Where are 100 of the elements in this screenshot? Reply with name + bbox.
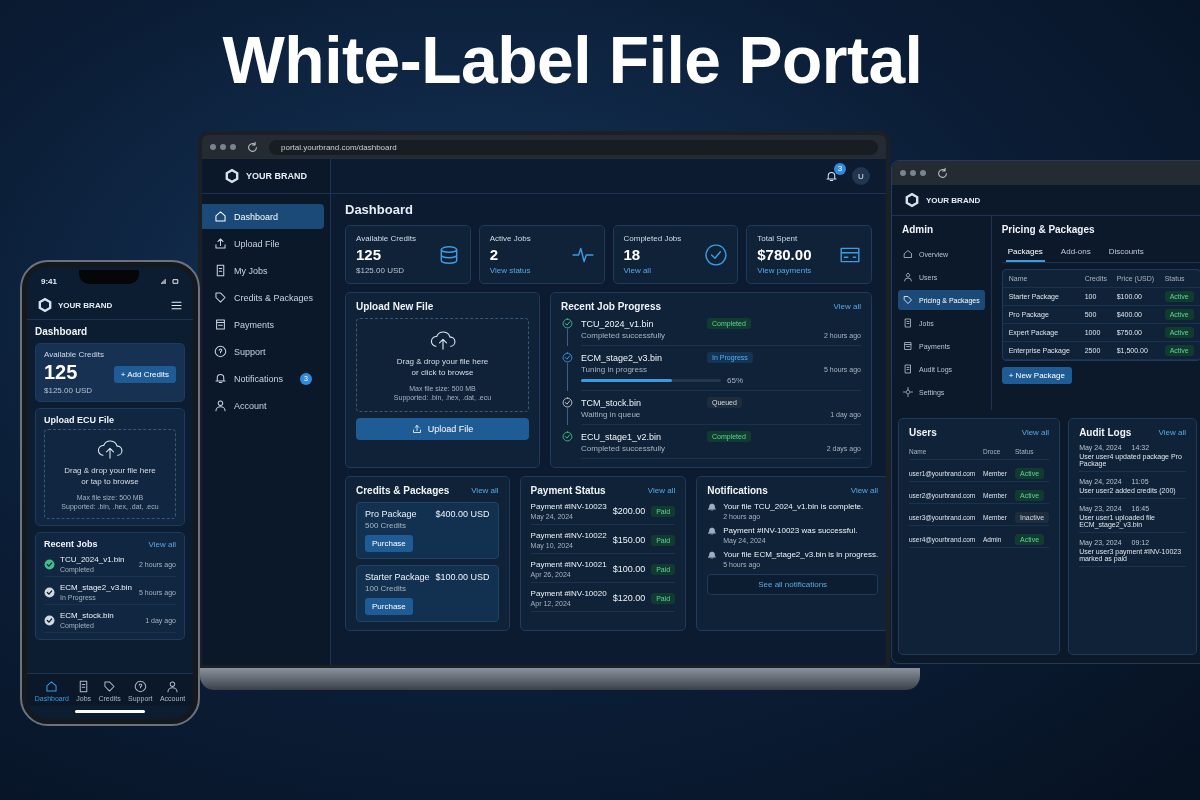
new-package-button[interactable]: + New Package — [1001, 367, 1072, 384]
page-title: Dashboard — [35, 326, 89, 337]
notification-text: Your file TCU_2024_v1.bin is complete. — [723, 502, 864, 511]
brand-name: YOUR BRAND — [246, 171, 307, 181]
window-controls-icon[interactable] — [900, 170, 926, 176]
tab[interactable]: Discounts — [1106, 243, 1146, 262]
payment-id: Payment #INV-10022 — [530, 531, 607, 540]
payment-id: Payment #INV-10023 — [530, 502, 607, 511]
tab[interactable]: Packages — [1005, 243, 1045, 262]
stat-subtext: $125.00 USD — [356, 266, 406, 275]
view-all-link[interactable]: View all — [148, 539, 176, 549]
card-title: Users — [909, 427, 937, 438]
page-title: Dashboard — [345, 202, 414, 217]
payment-amount: $200.00 — [612, 506, 646, 516]
window-controls-icon[interactable] — [210, 144, 236, 150]
stat-link[interactable]: View payments — [757, 266, 839, 275]
package-price: $400.00 USD — [435, 509, 490, 519]
view-all-link[interactable]: View all — [850, 486, 879, 495]
drop-instructions: or click to browse — [411, 368, 474, 377]
phone-notch — [79, 270, 139, 284]
upload-button[interactable]: Upload File — [356, 418, 529, 440]
sidebar-item[interactable]: Account — [202, 393, 324, 418]
add-credits-button[interactable]: + Add Credits — [113, 365, 176, 383]
upload-icon — [411, 424, 422, 434]
job-detail: Completed successfully — [581, 444, 667, 453]
sidebar-item[interactable]: Payments — [202, 312, 324, 337]
status-check-icon — [561, 318, 573, 329]
view-all-link[interactable]: View all — [471, 486, 499, 495]
sidebar-item[interactable]: My Jobs — [202, 258, 324, 283]
package-credits: 500 Credits — [365, 521, 406, 530]
stat-subtext: $125.00 USD — [44, 386, 93, 395]
stat-value: 2 — [489, 246, 500, 263]
hexagon-logo-icon — [224, 168, 240, 184]
cloud-upload-icon — [428, 329, 457, 351]
bell-icon — [707, 502, 718, 512]
help-icon — [214, 345, 227, 358]
view-all-link[interactable]: View all — [833, 302, 861, 311]
tab[interactable]: Add-ons — [1058, 243, 1093, 262]
bell-icon — [214, 372, 227, 385]
address-bar[interactable]: portal.yourbrand.com/dashboard — [269, 139, 878, 155]
drop-instructions: or tap to browse — [81, 477, 139, 486]
view-all-link[interactable]: View all — [647, 486, 676, 495]
tag-icon — [214, 291, 227, 304]
job-file-name: ECU_stage1_v2.bin — [581, 431, 663, 442]
progress-percent: 65% — [727, 376, 743, 385]
sidebar-item[interactable]: Support — [202, 339, 324, 364]
cloud-upload-icon — [96, 438, 124, 460]
payment-id: Payment #INV-10020 — [530, 589, 607, 598]
card-title: Upload New File — [356, 301, 435, 312]
upload-icon — [214, 237, 227, 250]
stat-label: Available Credits — [356, 234, 417, 243]
stat-value: $780.00 — [757, 246, 813, 263]
status-check-icon — [561, 431, 573, 442]
notification-badge: 3 — [834, 162, 846, 175]
document-icon — [903, 364, 913, 374]
stat-link[interactable]: View all — [623, 266, 706, 275]
home-icon — [45, 680, 59, 693]
stat-value: 125 — [356, 246, 383, 263]
bell-icon — [707, 550, 718, 560]
job-detail: Completed successfully — [581, 331, 667, 340]
stat-label: Active Jobs — [489, 234, 532, 243]
section-title: Admin — [901, 224, 935, 235]
help-icon — [133, 680, 147, 693]
purchase-button[interactable]: Purchase — [365, 535, 413, 552]
job-file-name: TCU_2024_v1.bin — [60, 555, 125, 564]
brand-name: YOUR BRAND — [926, 195, 981, 205]
user-avatar[interactable]: U — [852, 167, 870, 185]
page-title: Pricing & Packages — [1001, 224, 1095, 235]
drop-instructions: Drag & drop your file here — [64, 466, 156, 475]
view-all-link[interactable]: View all — [1021, 428, 1050, 437]
bell-icon[interactable] — [825, 169, 838, 183]
sidebar-item[interactable]: Dashboard — [202, 204, 324, 229]
stat-label: Completed Jobs — [623, 234, 683, 243]
user-icon — [214, 399, 227, 412]
notification-text: Your file ECM_stage2_v3.bin is in progress. — [723, 550, 879, 559]
sidebar-item[interactable]: Upload File — [202, 231, 324, 256]
reload-icon[interactable] — [246, 140, 259, 154]
payment-amount: $120.00 — [612, 593, 646, 603]
stat-link[interactable]: View status — [489, 266, 572, 275]
job-detail: Tuning in progress — [581, 365, 648, 374]
payment-amount: $150.00 — [612, 535, 646, 545]
payment-id: Payment #INV-10021 — [530, 560, 607, 569]
see-all-notifications-button[interactable]: See all notifications — [707, 574, 879, 595]
document-icon — [214, 264, 227, 277]
stat-label: Total Spent — [757, 234, 799, 243]
user-icon — [903, 272, 913, 282]
purchase-button[interactable]: Purchase — [365, 598, 413, 615]
tag-icon — [903, 295, 913, 305]
document-icon — [903, 318, 913, 328]
package-credits: 100 Credits — [365, 584, 406, 593]
job-file-name: ECM_stage2_v3.bin — [60, 583, 133, 592]
headline: White-Label File Portal — [221, 22, 924, 98]
card-title: Upload ECU File — [44, 415, 115, 425]
view-all-link[interactable]: View all — [1158, 428, 1186, 437]
job-file-name: TCM_stock.bin — [581, 397, 643, 408]
reload-icon[interactable] — [936, 166, 949, 180]
brand-name: YOUR BRAND — [58, 300, 113, 310]
sidebar-item[interactable]: Credits & Packages — [202, 285, 324, 310]
card-title: Recent Job Progress — [561, 301, 662, 312]
package-name: Starter Package — [365, 572, 430, 582]
